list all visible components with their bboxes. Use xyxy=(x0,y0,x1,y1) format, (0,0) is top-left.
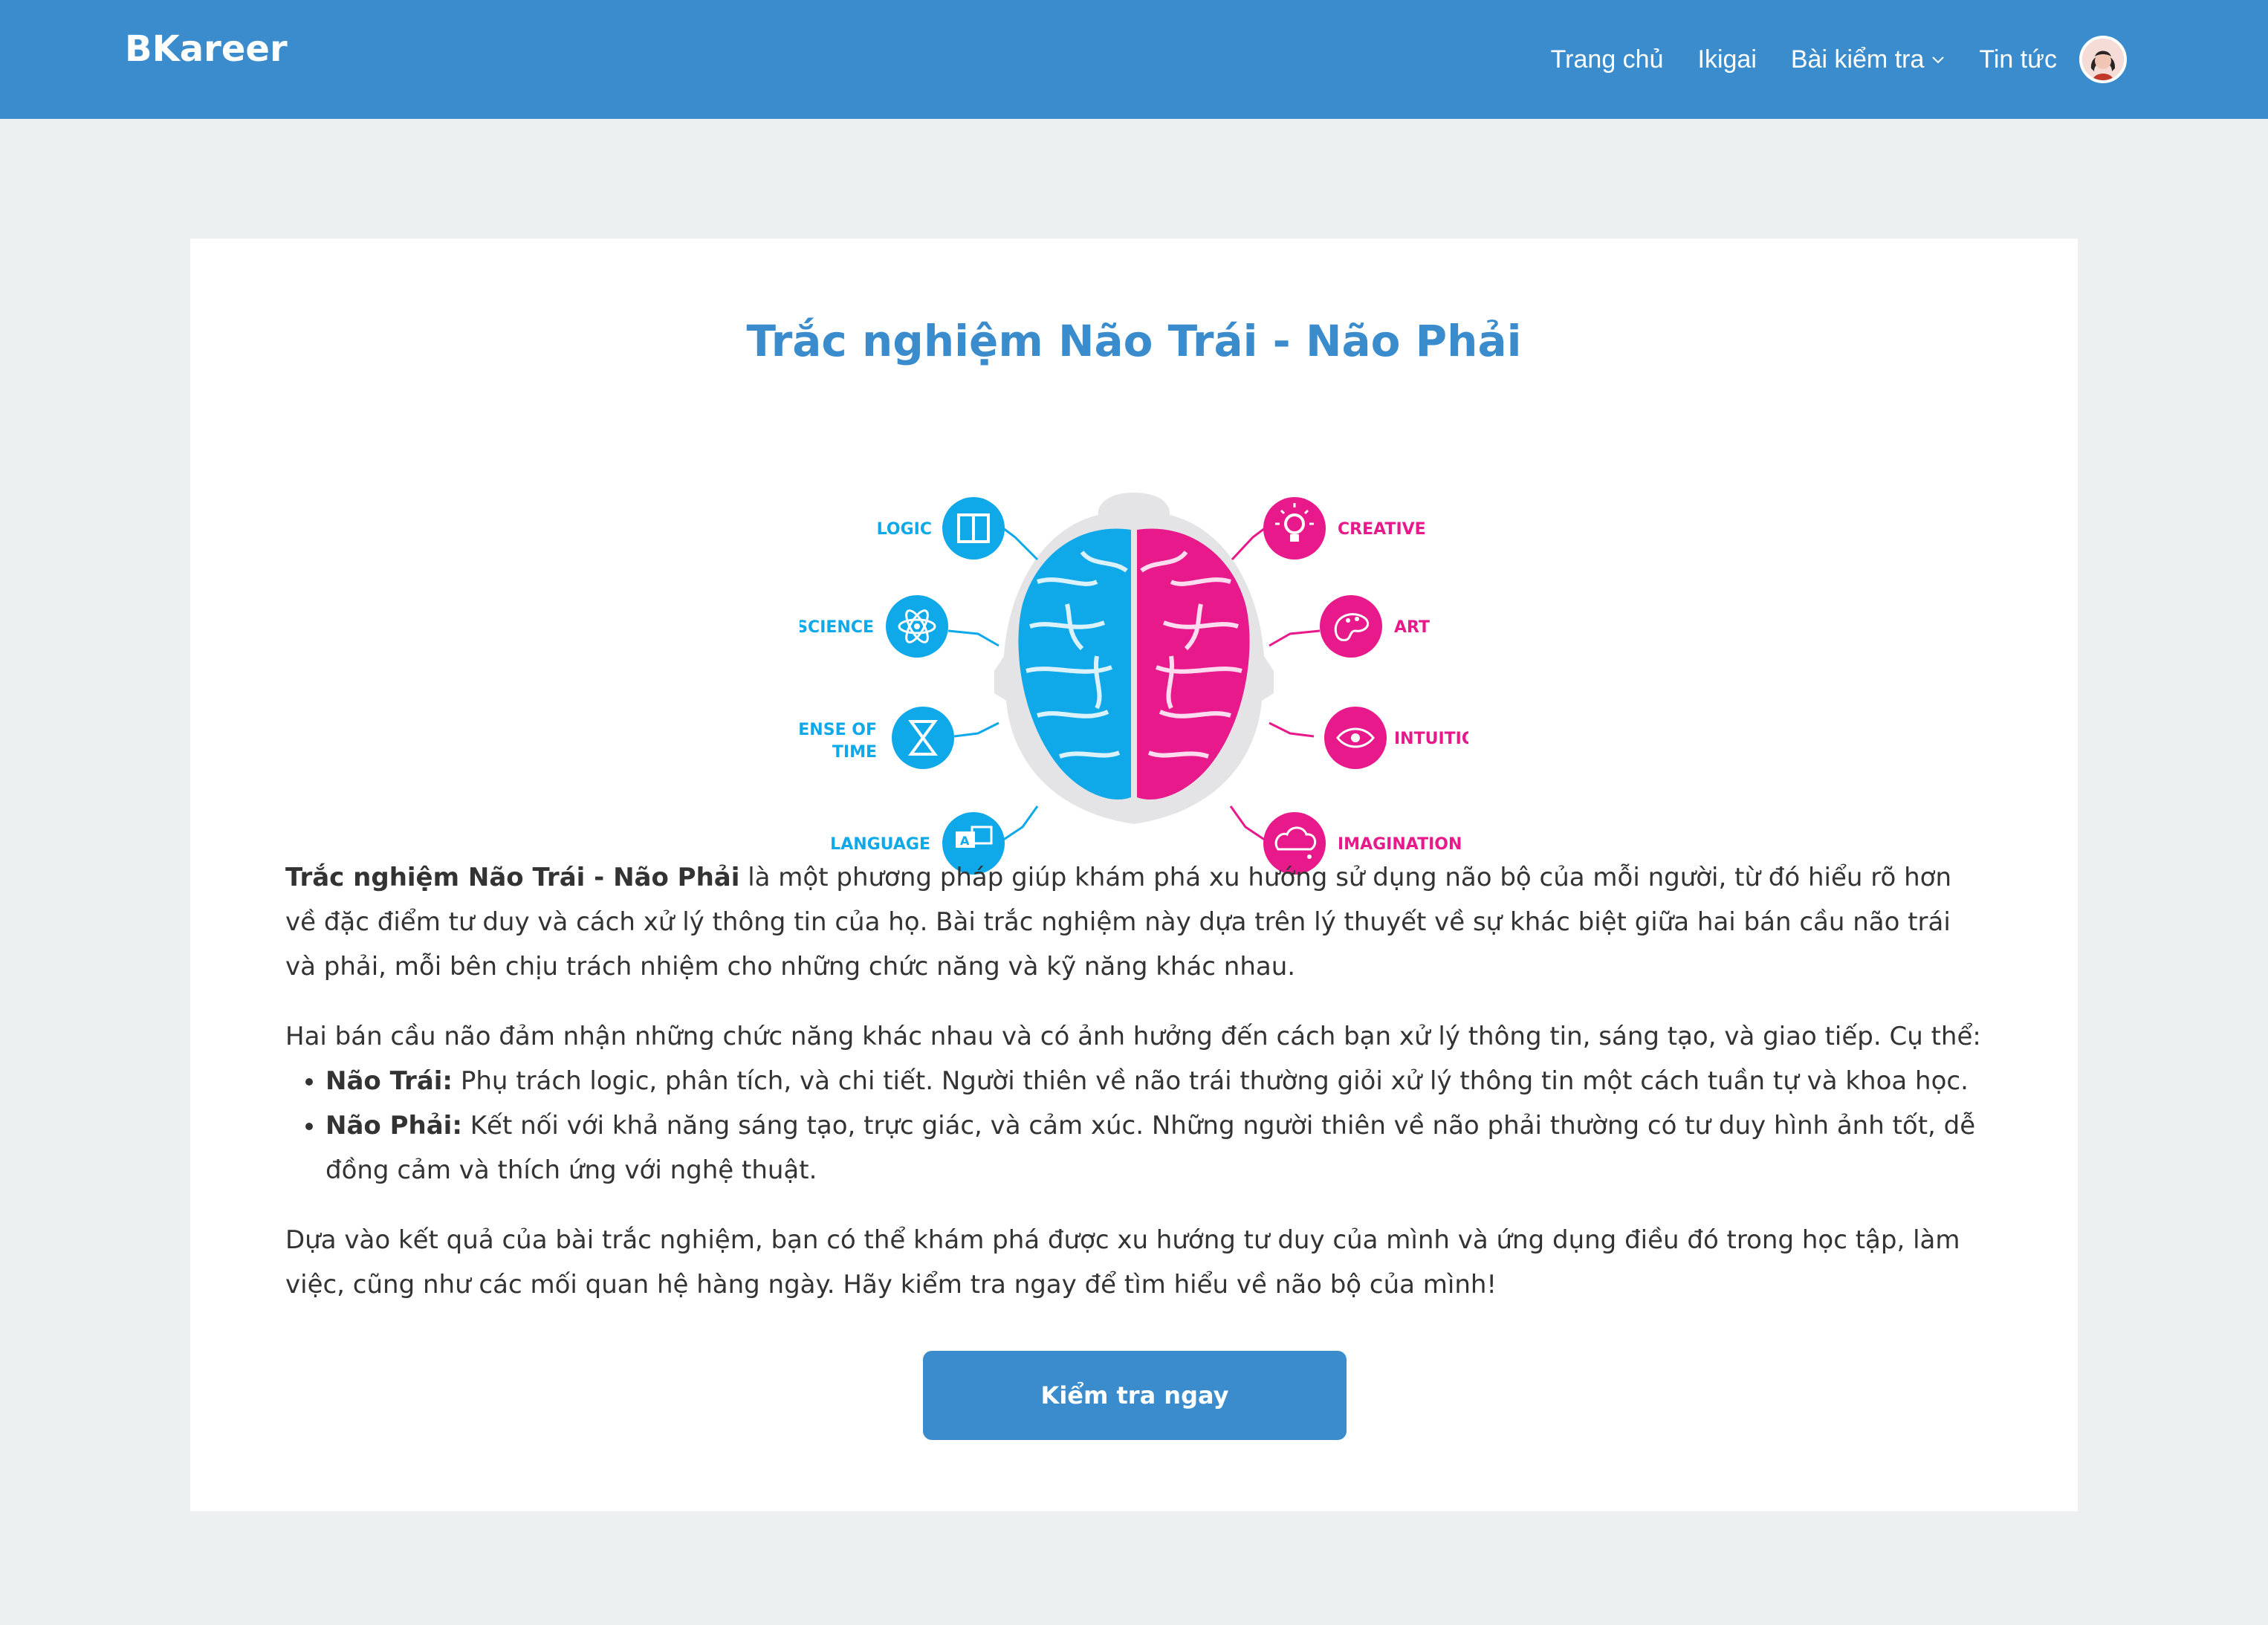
brand-logo[interactable]: BKareer xyxy=(125,28,288,70)
label-sense-of: SENSE OF xyxy=(800,721,877,739)
left-brain-text: Phụ trách logic, phân tích, và chi tiết.… xyxy=(453,1066,1969,1096)
nav-ikigai[interactable]: Ikigai xyxy=(1698,45,1757,74)
label-intuition: INTUITION xyxy=(1394,730,1468,748)
label-science: SCIENCE xyxy=(800,618,874,637)
label-imagination: IMAGINATION xyxy=(1338,835,1462,854)
right-brain-term: Não Phải: xyxy=(325,1111,462,1141)
lightbulb-icon xyxy=(1263,497,1326,559)
label-time: TIME xyxy=(832,743,877,762)
nav-ikigai-label: Ikigai xyxy=(1697,45,1757,74)
nav-home-label: Trang chủ xyxy=(1550,45,1664,74)
nav-home[interactable]: Trang chủ xyxy=(1551,45,1664,74)
description: Trắc nghiệm Não Trái - Não Phải là một p… xyxy=(285,855,1987,1332)
label-creative: CREATIVE xyxy=(1338,520,1426,539)
nav-tests-dropdown[interactable]: Bài kiểm tra xyxy=(1791,45,1945,74)
main-nav: Trang chủ Ikigai Bài kiểm tra Tin tức xyxy=(1517,0,2127,119)
top-navbar: BKareer Trang chủ Ikigai Bài kiểm tra Ti… xyxy=(0,0,2268,119)
quiz-intro-card: Trắc nghiệm Não Trái - Não Phải A LOGIC … xyxy=(190,239,2078,1511)
palette-icon xyxy=(1320,595,1382,658)
label-logic: LOGIC xyxy=(877,520,932,539)
left-brain-term: Não Trái: xyxy=(325,1066,453,1096)
eye-icon xyxy=(1324,707,1387,769)
user-avatar[interactable] xyxy=(2079,36,2127,83)
atom-icon xyxy=(886,595,948,658)
start-test-button[interactable]: Kiểm tra ngay xyxy=(923,1351,1347,1440)
hourglass-icon xyxy=(892,707,954,769)
label-art: ART xyxy=(1394,618,1430,637)
lead-paragraph: Hai bán cầu não đảm nhận những chức năng… xyxy=(285,1022,1981,1051)
intro-bold: Trắc nghiệm Não Trái - Não Phải xyxy=(285,863,740,892)
list-item-left-brain: Não Trái: Phụ trách logic, phân tích, và… xyxy=(325,1059,1987,1103)
chevron-down-icon xyxy=(1931,50,1945,69)
closing-paragraph: Dựa vào kết quả của bài trắc nghiệm, bạn… xyxy=(285,1225,1960,1300)
right-brain-text: Kết nối với khả năng sáng tạo, trực giác… xyxy=(325,1111,1976,1185)
nav-news-label: Tin tức xyxy=(1979,45,2057,74)
svg-text:A: A xyxy=(960,834,970,848)
list-item-right-brain: Não Phải: Kết nối với khả năng sáng tạo,… xyxy=(325,1103,1987,1193)
hemisphere-list: Não Trái: Phụ trách logic, phân tích, và… xyxy=(325,1059,1987,1193)
label-language: LANGUAGE xyxy=(830,835,930,854)
page-title: Trắc nghiệm Não Trái - Não Phải xyxy=(746,316,1522,366)
puzzle-icon xyxy=(942,497,1005,559)
nav-news[interactable]: Tin tức xyxy=(1979,45,2057,74)
intro-paragraph: Trắc nghiệm Não Trái - Não Phải là một p… xyxy=(285,855,1987,989)
nav-tests-label: Bài kiểm tra xyxy=(1790,45,1925,74)
